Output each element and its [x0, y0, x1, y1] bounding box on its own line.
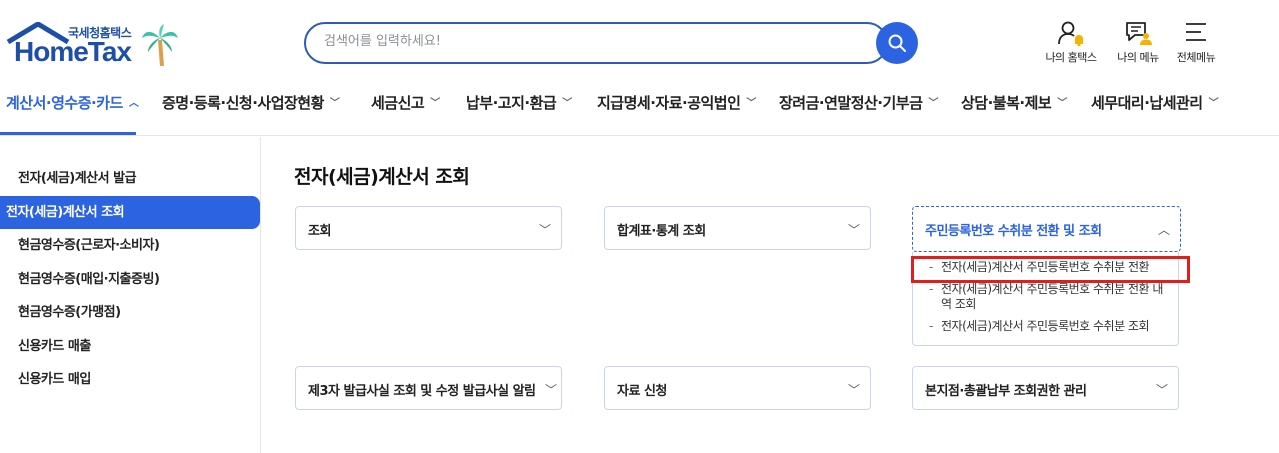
page-title: 전자(세금)계산서 조회 [294, 166, 470, 188]
gnb-item-consult-appeal[interactable]: 상담·불복·제보 ﹀ [961, 92, 1067, 113]
card-label: 자료 신청 [617, 384, 667, 399]
submenu-item-conversion[interactable]: - 전자(세금)계산서 주민등록번호 수취분 전환 [929, 260, 1165, 275]
my-menu-button[interactable]: 나의 메뉴 [1106, 20, 1170, 65]
sidebar-item-invoice-issue[interactable]: 전자(세금)계산서 발급 [0, 162, 260, 195]
card-label: 본지점·총괄납부 조회권한 관리 [925, 384, 1087, 399]
gnb-item-tax-filing[interactable]: 세금신고 ﹀ [371, 92, 440, 113]
search-input[interactable] [324, 34, 864, 49]
gnb-label: 장려금·연말정산·기부금 [779, 94, 923, 112]
sidebar-item-invoice-inquiry[interactable]: 전자(세금)계산서 조회 [0, 196, 260, 229]
chevron-down-icon: ﹀ [538, 223, 551, 237]
gnb-label: 증명·등록·신청·사업장현황 [162, 94, 324, 112]
logo-title: HomeTax [14, 36, 132, 67]
chevron-down-icon: ﹀ [1155, 383, 1168, 397]
card-third-party-issuance[interactable]: 제3자 발급사실 조회 및 수정 발급사실 알림 ﹀ [295, 366, 562, 410]
my-menu-icon [1126, 22, 1152, 45]
hometax-logo[interactable]: 국세청홈택스 HomeTax [6, 22, 181, 70]
submenu-label: 전자(세금)계산서 주민등록번호 수취분 전환 내역 조회 [941, 282, 1163, 311]
chevron-down-icon: ﹀ [430, 98, 440, 109]
dash-bullet: - [929, 282, 933, 296]
dash-bullet: - [929, 260, 933, 274]
card-inquiry[interactable]: 조회 ﹀ [295, 206, 562, 250]
gnb-item-tax-agent[interactable]: 세무대리·납세관리 ﹀ [1091, 92, 1219, 113]
submenu-resident-number: - 전자(세금)계산서 주민등록번호 수취분 전환 - 전자(세금)계산서 주민… [912, 252, 1179, 346]
chevron-up-icon: ︿ [1157, 223, 1170, 237]
gnb-item-certificate-registration[interactable]: 증명·등록·신청·사업장현황 ﹀ [162, 92, 340, 113]
chevron-up-icon: ︿ [128, 98, 139, 109]
card-branch-permission[interactable]: 본지점·총괄납부 조회권한 관리 ﹀ [912, 366, 1179, 410]
search-button[interactable] [876, 22, 918, 64]
card-label: 제3자 발급사실 조회 및 수정 발급사실 알림 [308, 384, 536, 399]
chevron-down-icon: ﹀ [1208, 98, 1219, 109]
sidebar-item-cash-receipt-worker[interactable]: 현금영수증(근로자·소비자) [0, 229, 260, 262]
chevron-down-icon: ﹀ [329, 98, 340, 109]
card-summary-statistics[interactable]: 합계표·통계 조회 ﹀ [604, 206, 871, 250]
user-bell-icon [1058, 21, 1083, 46]
gnb-label: 지급명세·자료·공익법인 [597, 94, 741, 112]
chevron-down-icon: ﹀ [847, 383, 860, 397]
all-menu-label: 전체메뉴 [1176, 51, 1216, 64]
submenu-label: 전자(세금)계산서 주민등록번호 수취분 조회 [941, 319, 1150, 333]
my-hometax-label: 나의 홈택스 [1045, 51, 1097, 64]
global-nav: 계산서·영수증·카드 ︿ 증명·등록·신청·사업장현황 ﹀ 세금신고 ﹀ 납부·고지·… [0, 84, 1279, 136]
gnb-item-payment-notice-refund[interactable]: 납부·고지·환급 ﹀ [466, 92, 572, 113]
chevron-down-icon: ﹀ [562, 98, 572, 109]
sidebar-item-cash-receipt-merchant[interactable]: 현금영수증(가맹점) [0, 296, 260, 329]
active-tab-indicator [0, 132, 136, 135]
gnb-item-invoice-receipt-card[interactable]: 계산서·영수증·카드 ︿ [6, 92, 139, 113]
card-resident-number-conversion[interactable]: 주민등록번호 수취분 전환 및 조회 ︿ [912, 206, 1181, 252]
palm-tree-icon [142, 24, 178, 67]
header: 국세청홈택스 HomeTax 나의 홈택스 [0, 0, 1279, 136]
my-hometax-button[interactable]: 나의 홈택스 [1039, 20, 1103, 65]
hamburger-icon [1186, 23, 1206, 41]
search-icon [888, 34, 906, 52]
gnb-label: 세무대리·납세관리 [1091, 94, 1203, 112]
sidebar-item-credit-card-purchase[interactable]: 신용카드 매입 [0, 363, 260, 396]
chevron-down-icon: ﹀ [1057, 98, 1067, 109]
sidebar-item-cash-receipt-purchase[interactable]: 현금영수증(매입·지출증빙) [0, 263, 260, 296]
card-data-request[interactable]: 자료 신청 ﹀ [604, 366, 871, 410]
chevron-down-icon: ﹀ [746, 98, 756, 109]
gnb-label: 계산서·영수증·카드 [6, 94, 123, 112]
search-box[interactable] [304, 22, 888, 64]
sidebar-item-credit-card-sales[interactable]: 신용카드 매출 [0, 330, 260, 363]
gnb-label: 납부·고지·환급 [466, 94, 557, 112]
gnb-item-incentive-year-end[interactable]: 장려금·연말정산·기부금 ﹀ [779, 92, 938, 113]
submenu-label: 전자(세금)계산서 주민등록번호 수취분 전환 [941, 260, 1150, 274]
gnb-label: 세금신고 [371, 94, 425, 112]
all-menu-button[interactable]: 전체메뉴 [1164, 20, 1228, 65]
my-menu-label: 나의 메뉴 [1117, 51, 1159, 64]
chevron-down-icon: ﹀ [544, 383, 557, 397]
card-label: 조회 [308, 224, 331, 239]
gnb-item-payment-statement[interactable]: 지급명세·자료·공익법인 ﹀ [597, 92, 756, 113]
card-label: 합계표·통계 조회 [617, 224, 706, 239]
submenu-item-conversion-history[interactable]: - 전자(세금)계산서 주민등록번호 수취분 전환 내역 조회 [929, 282, 1165, 312]
chevron-down-icon: ﹀ [847, 223, 860, 237]
gnb-label: 상담·불복·제보 [961, 94, 1052, 112]
card-label: 주민등록번호 수취분 전환 및 조회 [925, 224, 1102, 239]
dash-bullet: - [929, 319, 933, 333]
chevron-down-icon: ﹀ [928, 98, 938, 109]
sidebar: 전자(세금)계산서 발급 전자(세금)계산서 조회 현금영수증(근로자·소비자)… [0, 137, 261, 453]
submenu-item-inquiry[interactable]: - 전자(세금)계산서 주민등록번호 수취분 조회 [929, 319, 1165, 334]
